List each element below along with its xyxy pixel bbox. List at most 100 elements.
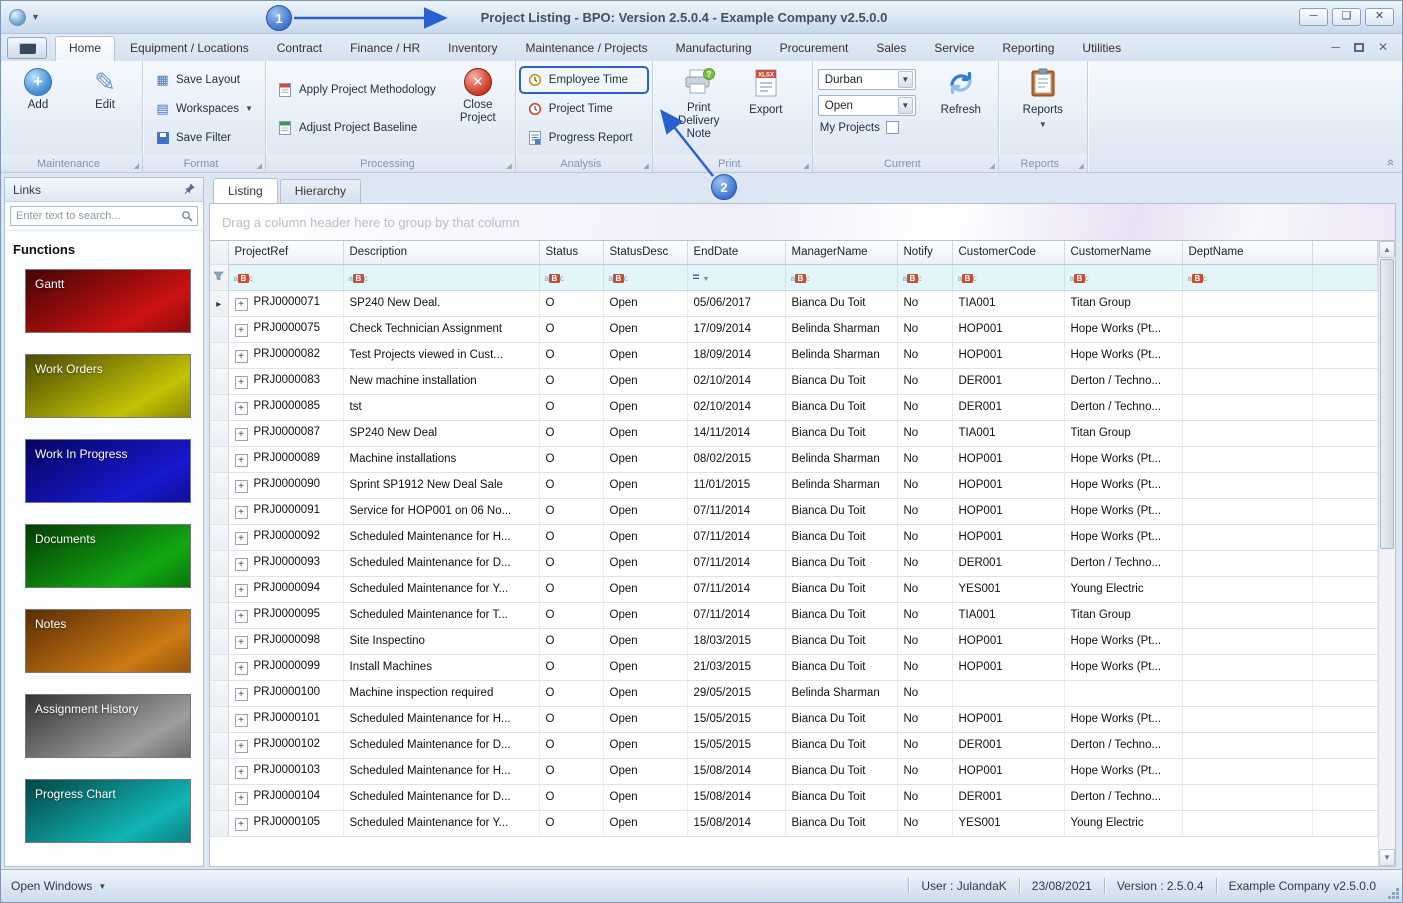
scroll-down-icon[interactable]: ▼ bbox=[1379, 849, 1395, 866]
ribbon-tab-home[interactable]: Home bbox=[55, 36, 116, 61]
close-button[interactable]: ✕ bbox=[1365, 8, 1394, 26]
table-row[interactable]: + PRJ0000095 Scheduled Maintenance for T..… bbox=[210, 602, 1378, 629]
apply-project-methodology-button[interactable]: Apply Project Methodology bbox=[271, 78, 443, 102]
expand-button[interactable]: + bbox=[234, 635, 248, 649]
ribbon-tab-sales[interactable]: Sales bbox=[863, 36, 919, 61]
expand-button[interactable]: + bbox=[234, 401, 248, 415]
ribbon-tab-finance-hr[interactable]: Finance / HR bbox=[337, 36, 433, 61]
collapse-ribbon-icon[interactable]: » bbox=[1382, 159, 1397, 166]
expand-button[interactable]: + bbox=[234, 297, 248, 311]
my-projects-checkbox-row[interactable]: My Projects bbox=[818, 121, 916, 134]
search-input[interactable] bbox=[10, 206, 198, 226]
table-row[interactable]: + PRJ0000103 Scheduled Maintenance for H..… bbox=[210, 758, 1378, 785]
column-header-status[interactable]: Status bbox=[539, 241, 604, 265]
ribbon-tab-reporting[interactable]: Reporting bbox=[989, 36, 1067, 61]
expand-button[interactable]: + bbox=[234, 661, 248, 675]
column-header-description[interactable]: Description bbox=[343, 241, 540, 265]
expand-button[interactable]: + bbox=[234, 349, 248, 363]
column-header-projectref[interactable]: ProjectRef bbox=[228, 241, 344, 265]
reports-button[interactable]: Reports ▼ bbox=[1011, 65, 1075, 153]
table-row[interactable]: + PRJ0000099 Install Machines O Open 21/03/20… bbox=[210, 654, 1378, 681]
column-header-customercode[interactable]: CustomerCode bbox=[952, 241, 1065, 265]
filter-cell-deptname[interactable]: aBc bbox=[1182, 264, 1313, 291]
table-row[interactable]: + PRJ0000102 Scheduled Maintenance for D..… bbox=[210, 732, 1378, 759]
ribbon-tab-service[interactable]: Service bbox=[921, 36, 987, 61]
function-tile-assignment-history[interactable]: Assignment History bbox=[25, 694, 191, 758]
table-row[interactable]: + PRJ0000085 tst O Open 02/10/2014 Bianca Du T… bbox=[210, 394, 1378, 421]
expand-button[interactable]: + bbox=[234, 609, 248, 623]
function-tile-documents[interactable]: Documents bbox=[25, 524, 191, 588]
expand-button[interactable]: + bbox=[234, 557, 248, 571]
expand-button[interactable]: + bbox=[234, 739, 248, 753]
expand-button[interactable]: + bbox=[234, 479, 248, 493]
mdi-close-icon[interactable]: ✕ bbox=[1378, 40, 1388, 54]
dialog-launcher-icon[interactable]: ◢ bbox=[506, 162, 511, 170]
function-tile-gantt[interactable]: Gantt bbox=[25, 269, 191, 333]
resize-grip[interactable] bbox=[1396, 896, 1399, 899]
function-tile-progress-chart[interactable]: Progress Chart bbox=[25, 779, 191, 843]
dialog-launcher-icon[interactable]: ◢ bbox=[803, 162, 808, 170]
expand-button[interactable]: + bbox=[234, 791, 248, 805]
filter-cell-enddate[interactable]: = ▼ bbox=[687, 264, 786, 291]
ribbon-tab-utilities[interactable]: Utilities bbox=[1069, 36, 1134, 61]
table-row[interactable]: + PRJ0000082 Test Projects viewed in Cust.… bbox=[210, 342, 1378, 369]
export-button[interactable]: XLSX Export bbox=[734, 65, 798, 153]
filter-cell-managername[interactable]: aBc bbox=[785, 264, 898, 291]
ribbon-tab-procurement[interactable]: Procurement bbox=[767, 36, 862, 61]
print-delivery-note-button[interactable]: ? Print Delivery Note bbox=[667, 65, 731, 153]
expand-button[interactable]: + bbox=[234, 323, 248, 337]
site-dropdown[interactable]: Durban ▼ bbox=[817, 69, 916, 90]
filter-cell-status[interactable]: aBc bbox=[539, 264, 604, 291]
filter-cell-projectref[interactable]: aBc bbox=[228, 264, 344, 291]
add-button[interactable]: + Add bbox=[6, 65, 70, 153]
column-header-notify[interactable]: Notify bbox=[897, 241, 953, 265]
view-tab-hierarchy[interactable]: Hierarchy bbox=[279, 179, 362, 203]
expand-button[interactable]: + bbox=[234, 427, 248, 441]
table-row[interactable]: + PRJ0000105 Scheduled Maintenance for Y..… bbox=[210, 810, 1378, 837]
quick-access-caret-icon[interactable]: ▼ bbox=[31, 12, 40, 22]
column-header-customername[interactable]: CustomerName bbox=[1064, 241, 1183, 265]
column-header-managername[interactable]: ManagerName bbox=[785, 241, 898, 265]
table-row[interactable]: + PRJ0000075 Check Technician Assignment O O… bbox=[210, 316, 1378, 343]
table-row[interactable]: + PRJ0000087 SP240 New Deal O Open 14/11/2014… bbox=[210, 420, 1378, 447]
ribbon-tab-inventory[interactable]: Inventory bbox=[435, 36, 510, 61]
dialog-launcher-icon[interactable]: ◢ bbox=[989, 162, 994, 170]
view-tab-listing[interactable]: Listing bbox=[213, 178, 278, 203]
expand-button[interactable]: + bbox=[234, 531, 248, 545]
mdi-minimize-icon[interactable]: ─ bbox=[1331, 40, 1340, 54]
scroll-up-icon[interactable]: ▲ bbox=[1379, 241, 1395, 258]
table-row[interactable]: + PRJ0000090 Sprint SP1912 New Deal Sale O O… bbox=[210, 472, 1378, 499]
scrollbar-thumb[interactable] bbox=[1380, 259, 1394, 549]
ribbon-tab-maintenance-projects[interactable]: Maintenance / Projects bbox=[513, 36, 661, 61]
dialog-launcher-icon[interactable]: ◢ bbox=[1078, 162, 1083, 170]
my-projects-checkbox[interactable] bbox=[885, 121, 899, 134]
expand-button[interactable]: + bbox=[234, 687, 248, 701]
column-header-enddate[interactable]: EndDate bbox=[687, 241, 786, 265]
table-row[interactable]: + PRJ0000092 Scheduled Maintenance for H..… bbox=[210, 524, 1378, 551]
project-time-button[interactable]: Project Time bbox=[521, 97, 647, 121]
status-dropdown[interactable]: Open ▼ bbox=[817, 95, 916, 116]
filter-cell-customername[interactable]: aBc bbox=[1064, 264, 1183, 291]
table-row[interactable]: + PRJ0000089 Machine installations O Open 08/… bbox=[210, 446, 1378, 473]
workspaces-button[interactable]: Workspaces ▼ bbox=[148, 97, 260, 121]
filter-cell-description[interactable]: aBc bbox=[343, 264, 540, 291]
table-row[interactable]: + PRJ0000101 Scheduled Maintenance for H..… bbox=[210, 706, 1378, 733]
edit-button[interactable]: ✎ Edit bbox=[73, 65, 137, 153]
employee-time-button[interactable]: Employee Time bbox=[520, 67, 647, 92]
dialog-launcher-icon[interactable]: ◢ bbox=[643, 162, 648, 170]
expand-button[interactable]: + bbox=[234, 713, 248, 727]
expand-button[interactable]: + bbox=[234, 583, 248, 597]
ribbon-tab-manufacturing[interactable]: Manufacturing bbox=[663, 36, 765, 61]
maximize-button[interactable]: ❑ bbox=[1332, 8, 1361, 26]
function-tile-work-in-progress[interactable]: Work In Progress bbox=[25, 439, 191, 503]
table-row[interactable]: + PRJ0000083 New machine installation O Open… bbox=[210, 368, 1378, 395]
open-windows-button[interactable]: Open Windows ▼ bbox=[11, 879, 106, 893]
column-header-deptname[interactable]: DeptName bbox=[1182, 241, 1313, 265]
group-by-bar[interactable]: Drag a column header here to group by th… bbox=[209, 203, 1396, 241]
dialog-launcher-icon[interactable]: ◢ bbox=[134, 162, 139, 170]
table-row[interactable]: + PRJ0000100 Machine inspection required O O… bbox=[210, 680, 1378, 707]
refresh-button[interactable]: Refresh bbox=[929, 65, 993, 153]
table-row[interactable]: + PRJ0000098 Site Inspectino O Open 18/03/201… bbox=[210, 628, 1378, 655]
minimize-button[interactable]: ─ bbox=[1299, 8, 1328, 26]
table-row[interactable]: + PRJ0000091 Service for HOP001 on 06 No..… bbox=[210, 498, 1378, 525]
